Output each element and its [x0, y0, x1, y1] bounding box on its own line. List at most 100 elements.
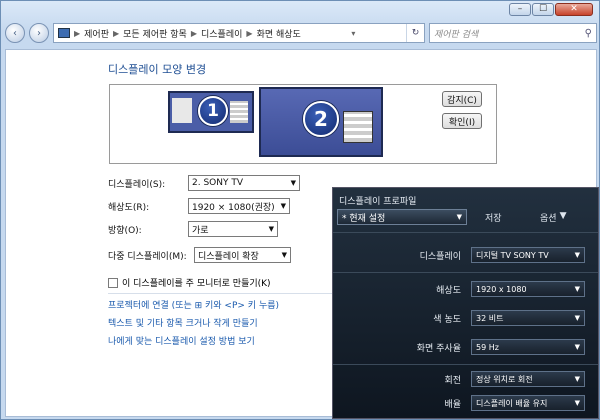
profile-resolution-value: 1920 x 1080 [476, 284, 527, 294]
profile-display-value: 디지털 TV SONY TV [476, 250, 549, 260]
breadcrumb-item[interactable]: 화면 해상도 [257, 27, 301, 40]
profile-refresh-rate-row: 화면 주사율 59 Hz ▼ [333, 337, 598, 357]
window-icon [230, 101, 248, 123]
dropdown-arrow-icon[interactable]: ▾ [351, 29, 355, 38]
orientation-select-value: 가로 [192, 225, 209, 236]
minimize-button[interactable]: – [509, 3, 531, 16]
multi-display-select[interactable]: 디스플레이 확장 ▼ [194, 247, 291, 263]
orientation-select[interactable]: 가로 ▼ [188, 221, 278, 237]
breadcrumb-item[interactable]: 모든 제어판 항목 [123, 27, 187, 40]
window-icon [343, 111, 373, 143]
profile-select[interactable]: * 현재 설정 ▼ [337, 209, 467, 225]
window-controls: – ☐ ✕ [509, 3, 593, 16]
profile-refresh-rate-value: 59 Hz [476, 342, 499, 352]
breadcrumb-item[interactable]: 디스플레이 [201, 27, 242, 40]
options-label: 옵션 [540, 214, 557, 224]
profile-color-depth-row: 색 농도 32 비트 ▼ [333, 308, 598, 328]
profile-resolution-label: 해상도 [436, 285, 461, 296]
multi-display-row: 다중 디스플레이(M): 디스플레이 확장 ▼ [108, 247, 291, 263]
profile-rotation-row: 회전 정상 위치로 회전 ▼ [333, 369, 598, 389]
display-profile-panel: 디스플레이 프로파일 * 현재 설정 ▼ 저장 옵션 ▼ 디스플레이 디지털 T… [332, 187, 599, 419]
back-button[interactable]: ‹ [5, 23, 25, 43]
maximize-button[interactable]: ☐ [532, 3, 554, 16]
main-display-checkbox[interactable] [108, 277, 118, 288]
chevron-down-icon: ▼ [559, 211, 567, 221]
chevron-down-icon: ▼ [456, 213, 462, 221]
divider [108, 293, 336, 294]
chevron-down-icon: ▼ [280, 202, 286, 210]
profile-scaling-value: 디스플레이 배율 유지 [476, 398, 548, 408]
breadcrumb-item[interactable]: 제어판 [84, 27, 109, 40]
display-help-link[interactable]: 나에게 맞는 디스플레이 설정 방법 보기 [108, 334, 255, 347]
profile-refresh-rate-label: 화면 주사율 [416, 343, 461, 354]
main-display-checkbox-row[interactable]: 이 디스플레이를 주 모니터로 만들기(K) [108, 276, 271, 289]
search-icon[interactable]: ⚲ [585, 28, 592, 39]
breadcrumb-separator-icon: ▶ [113, 28, 120, 38]
profile-panel-title: 디스플레이 프로파일 [339, 197, 417, 207]
page-title: 디스플레이 모양 변경 [108, 63, 207, 76]
chevron-down-icon: ▼ [574, 314, 580, 322]
breadcrumb-separator-icon: ▶ [74, 28, 81, 38]
monitor-1[interactable]: 1 [168, 91, 254, 133]
profile-color-depth-select[interactable]: 32 비트 ▼ [471, 310, 585, 326]
chevron-down-icon: ▼ [574, 343, 580, 351]
display-select-value: 2. SONY TV [192, 178, 243, 188]
breadcrumb-separator-icon: ▶ [246, 28, 253, 38]
monitor-arrangement: 1 2 감지(C) 확인(I) [109, 84, 497, 164]
profile-rotation-value: 정상 위치로 회전 [476, 374, 533, 384]
breadcrumb-separator-icon: ▶ [190, 28, 197, 38]
monitor-number-badge: 1 [198, 96, 228, 126]
profile-scaling-select[interactable]: 디스플레이 배율 유지 ▼ [471, 395, 585, 411]
chevron-down-icon: ▼ [290, 179, 296, 187]
display-label: 디스플레이(S): [108, 179, 166, 190]
profile-display-label: 디스플레이 [419, 251, 461, 262]
profile-resolution-select[interactable]: 1920 x 1080 ▼ [471, 281, 585, 297]
chevron-down-icon: ▼ [574, 375, 580, 383]
address-bar[interactable]: ▶ 제어판 ▶ 모든 제어판 항목 ▶ 디스플레이 ▶ 화면 해상도 ▾ ↻ [53, 23, 425, 43]
orientation-label: 방향(O): [108, 225, 142, 236]
resolution-select[interactable]: 1920 × 1080(권장) ▼ [188, 198, 290, 214]
profile-rotation-select[interactable]: 정상 위치로 회전 ▼ [471, 371, 585, 387]
display-select[interactable]: 2. SONY TV ▼ [188, 175, 300, 191]
profile-rotation-label: 회전 [444, 375, 461, 386]
chevron-down-icon: ▼ [574, 399, 580, 407]
chevron-down-icon: ▼ [281, 251, 287, 259]
display-row: 디스플레이(S): 2. SONY TV ▼ [108, 175, 300, 191]
monitor-number-badge: 2 [303, 101, 339, 137]
divider [333, 232, 598, 233]
projector-link[interactable]: 프로젝터에 연결 (또는 ⊞ 키와 <P> 키 누름) [108, 298, 279, 311]
profile-color-depth-value: 32 비트 [476, 313, 504, 323]
detect-button[interactable]: 감지(C) [442, 91, 482, 107]
chevron-down-icon: ▼ [574, 285, 580, 293]
resolution-select-value: 1920 × 1080(권장) [192, 202, 275, 213]
search-placeholder: 제어판 검색 [434, 29, 479, 40]
multi-display-select-value: 디스플레이 확장 [198, 251, 259, 262]
close-button[interactable]: ✕ [555, 3, 593, 16]
main-display-checkbox-label: 이 디스플레이를 주 모니터로 만들기(K) [122, 279, 271, 289]
divider [333, 272, 598, 273]
profile-refresh-rate-select[interactable]: 59 Hz ▼ [471, 339, 585, 355]
window: – ☐ ✕ ‹ › ▶ 제어판 ▶ 모든 제어판 항목 ▶ 디스플레이 ▶ 화면… [0, 0, 600, 420]
refresh-icon[interactable]: ↻ [406, 24, 424, 42]
profile-color-depth-label: 색 농도 [433, 314, 461, 325]
forward-button[interactable]: › [29, 23, 49, 43]
desktop-icon [172, 98, 192, 123]
profile-scaling-label: 배율 [444, 399, 461, 410]
resolution-label: 해상도(R): [108, 202, 150, 213]
text-size-link[interactable]: 텍스트 및 기타 항목 크거나 작게 만들기 [108, 316, 258, 329]
chevron-down-icon: ▼ [268, 225, 274, 233]
resolution-row: 해상도(R): 1920 × 1080(권장) ▼ [108, 198, 290, 214]
chevron-down-icon: ▼ [574, 251, 580, 259]
search-input[interactable]: 제어판 검색 ⚲ [429, 23, 597, 43]
navigation-bar: ‹ › ▶ 제어판 ▶ 모든 제어판 항목 ▶ 디스플레이 ▶ 화면 해상도 ▾… [5, 21, 597, 45]
save-button[interactable]: 저장 [485, 211, 502, 224]
options-button[interactable]: 옵션 ▼ [540, 211, 566, 224]
orientation-row: 방향(O): 가로 ▼ [108, 221, 278, 237]
profile-display-select[interactable]: 디지털 TV SONY TV ▼ [471, 247, 585, 263]
profile-scaling-row: 배율 디스플레이 배율 유지 ▼ [333, 393, 598, 413]
identify-button[interactable]: 확인(I) [442, 113, 482, 129]
profile-display-row: 디스플레이 디지털 TV SONY TV ▼ [333, 245, 598, 265]
monitor-2[interactable]: 2 [259, 87, 383, 157]
profile-resolution-row: 해상도 1920 x 1080 ▼ [333, 279, 598, 299]
divider [333, 364, 598, 365]
